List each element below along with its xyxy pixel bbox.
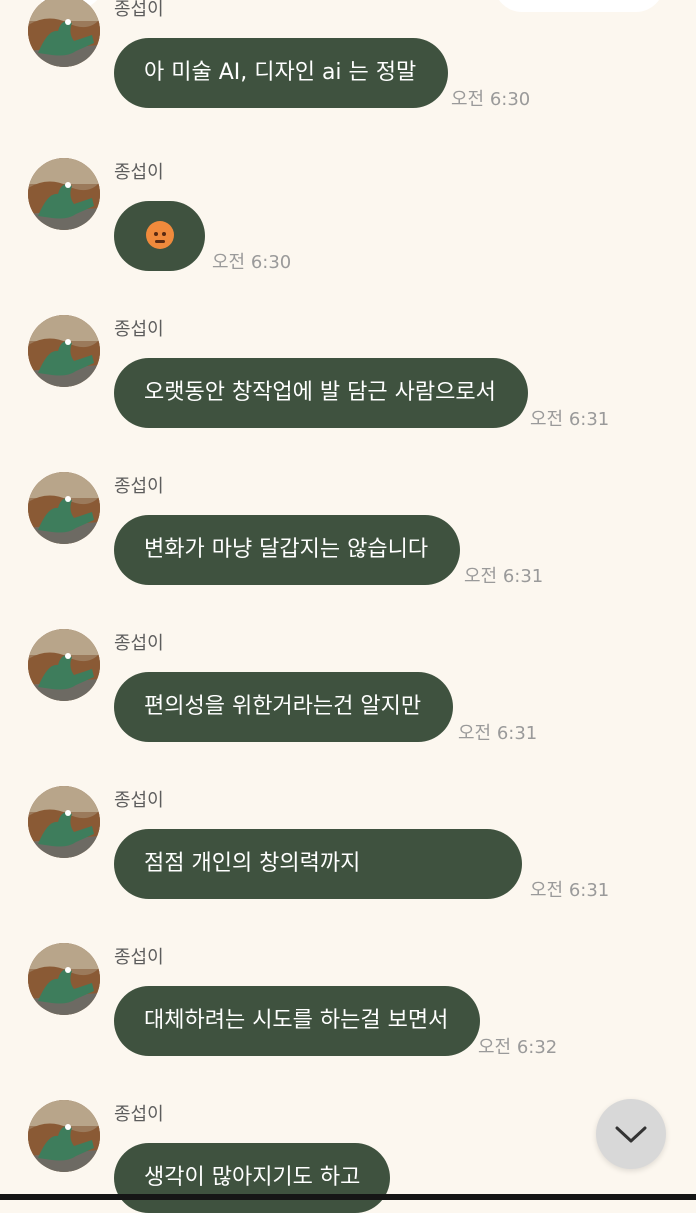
avatar[interactable]: [28, 1100, 100, 1172]
message-bubble[interactable]: 아 미술 AI, 디자인 ai 는 정말: [114, 38, 449, 108]
chevron-down-icon: [615, 1126, 647, 1143]
avatar-image: [28, 0, 100, 67]
message-bubble[interactable]: 생각이 많아지기도 하고: [114, 1143, 390, 1213]
message-row: 종섭이 점점 개인의 창의력까지 오전 6:31: [0, 786, 696, 926]
message-time: 오전 6:30: [451, 89, 531, 110]
bottom-edge: [0, 1194, 696, 1200]
avatar[interactable]: [28, 629, 100, 701]
message-row: 종섭이 아 미술 AI, 디자인 ai 는 정말 오전 6:30: [0, 0, 696, 135]
sender-name: 종섭이: [114, 633, 164, 654]
avatar-image: [28, 315, 100, 387]
message-row: 종섭이 오랫동안 창작업에 발 담근 사람으로서 오전 6:31: [0, 315, 696, 455]
message-time: 오전 6:30: [212, 252, 292, 273]
angry-face-icon: [145, 221, 174, 249]
message-text: 아 미술 AI, 디자인 ai 는 정말: [144, 60, 417, 85]
sender-name: 종섭이: [114, 476, 164, 497]
message-time: 오전 6:31: [464, 566, 544, 587]
message-bubble[interactable]: 점점 개인의 창의력까지: [114, 829, 522, 899]
message-time: 오전 6:31: [458, 723, 538, 744]
message-text: 생각이 많아지기도 하고: [144, 1165, 361, 1190]
sender-name: 종섭이: [114, 790, 164, 811]
avatar-image: [28, 1100, 100, 1172]
message-bubble[interactable]: [114, 201, 205, 271]
message-bubble[interactable]: 오랫동안 창작업에 발 담근 사람으로서: [114, 358, 528, 428]
message-row: 종섭이 생각이 많아지기도 하고: [0, 1100, 696, 1213]
message-text: 편의성을 위한거라는건 알지만: [144, 694, 422, 719]
avatar-image: [28, 943, 100, 1015]
message-text: 점점 개인의 창의력까지: [144, 851, 361, 876]
message-row: 종섭이 변화가 마냥 달갑지는 않습니다 오전 6:31: [0, 472, 696, 612]
avatar[interactable]: [28, 472, 100, 544]
message-row: 종섭이 대체하려는 시도를 하는걸 보면서 오전 6:32: [0, 943, 696, 1083]
avatar-image: [28, 629, 100, 701]
sender-name: 종섭이: [114, 1104, 164, 1125]
message-time: 오전 6:31: [530, 409, 610, 430]
sender-name: 종섭이: [114, 0, 164, 20]
message-bubble[interactable]: 변화가 마냥 달갑지는 않습니다: [114, 515, 461, 585]
message-time: 오전 6:31: [530, 880, 610, 901]
avatar[interactable]: [28, 943, 100, 1015]
message-text: 변화가 마냥 달갑지는 않습니다: [144, 537, 429, 562]
avatar[interactable]: [28, 315, 100, 387]
message-bubble[interactable]: 대체하려는 시도를 하는걸 보면서: [114, 986, 481, 1056]
sender-name: 종섭이: [114, 947, 164, 968]
message-row: 종섭이 편의성을 위한거라는건 알지만 오전 6:31: [0, 629, 696, 769]
avatar-image: [28, 786, 100, 858]
avatar-image: [28, 472, 100, 544]
message-time: 오전 6:32: [478, 1037, 558, 1058]
sender-name: 종섭이: [114, 162, 164, 183]
message-text: 대체하려는 시도를 하는걸 보면서: [144, 1008, 449, 1033]
message-bubble[interactable]: 편의성을 위한거라는건 알지만: [114, 672, 454, 742]
avatar[interactable]: [28, 0, 100, 67]
scroll-to-bottom-button[interactable]: [596, 1099, 666, 1169]
avatar[interactable]: [28, 786, 100, 858]
sender-name: 종섭이: [114, 319, 164, 340]
message-row: 종섭이 오전 6:30: [0, 158, 696, 298]
avatar-image: [28, 158, 100, 230]
message-text: 오랫동안 창작업에 발 담근 사람으로서: [144, 380, 496, 405]
avatar[interactable]: [28, 158, 100, 230]
